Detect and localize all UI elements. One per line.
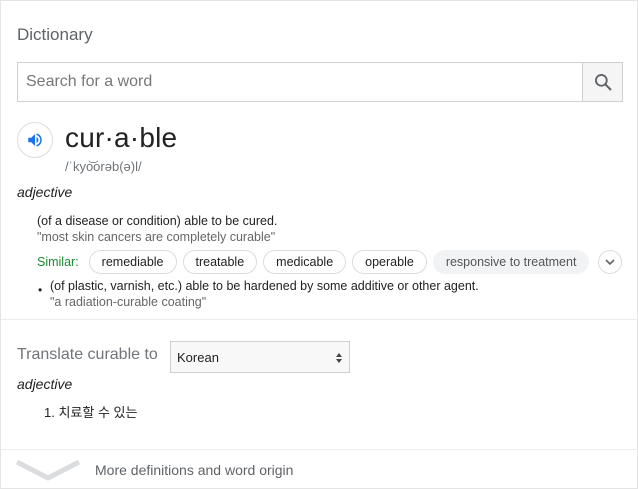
example-2: "a radiation-curable coating" [50, 295, 207, 309]
search-input[interactable] [18, 63, 583, 101]
language-select-value: Korean [177, 349, 219, 365]
part-of-speech: adjective [17, 184, 73, 200]
expand-similar-button[interactable] [598, 250, 622, 274]
sense-bullet: • [38, 283, 43, 297]
select-arrows-icon [336, 353, 342, 363]
dictionary-title: Dictionary [17, 25, 93, 44]
definition-1: (of a disease or condition) able to be c… [37, 214, 278, 228]
divider [1, 319, 638, 320]
pronunciation-button[interactable] [17, 122, 53, 158]
dictionary-card: Dictionary cur·a·ble /ˈkyo͝orəb(ə)l/ adj… [0, 0, 638, 489]
speaker-icon [28, 133, 42, 147]
chevron-down-icon [605, 259, 615, 266]
similar-chip-treatable[interactable]: treatable [182, 250, 258, 274]
search-bar [17, 62, 623, 102]
similar-chip-remediable[interactable]: remediable [88, 250, 177, 274]
more-definitions-label: More definitions and word origin [95, 462, 294, 478]
search-icon [594, 74, 611, 91]
definition-2: (of plastic, varnish, etc.) able to be h… [50, 279, 479, 293]
similar-label: Similar: [37, 255, 79, 269]
translation-part-of-speech: adjective [17, 376, 73, 392]
phonetic-spelling: /ˈkyo͝orəb(ə)l/ [65, 159, 142, 174]
translate-label: Translate curable to [17, 346, 158, 363]
example-1: "most skin cancers are completely curabl… [37, 230, 276, 244]
similar-chip-medicable[interactable]: medicable [263, 250, 347, 274]
similar-chip-operable[interactable]: operable [352, 250, 427, 274]
similar-words-row: Similar: remediable treatable medicable … [37, 250, 595, 274]
headword: cur·a·ble [65, 122, 178, 153]
more-definitions-button[interactable]: More definitions and word origin [1, 450, 638, 489]
search-button[interactable] [582, 63, 622, 101]
language-select[interactable]: Korean [170, 341, 350, 373]
similar-chip-responsive-to-treatment[interactable]: responsive to treatment [432, 250, 590, 274]
translation-item: 1. 치료할 수 있는 [44, 405, 138, 420]
chevron-down-icon [15, 459, 81, 481]
